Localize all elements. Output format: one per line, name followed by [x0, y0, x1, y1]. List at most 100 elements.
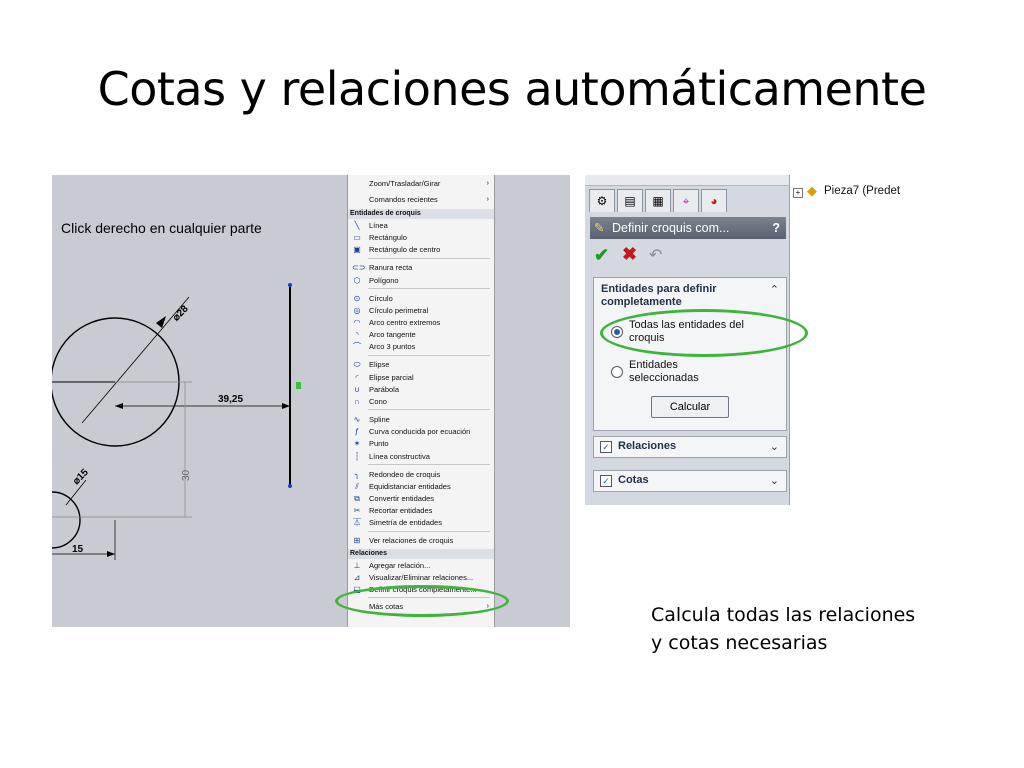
menu-item-label: Arco centro extremos	[369, 318, 441, 327]
menu-item-label: Spline	[369, 415, 390, 424]
center-arc-icon: ◠	[353, 318, 361, 327]
dimxpert-tab-icon[interactable]: ⌖	[673, 189, 699, 212]
context-menu: Zoom/Trasladar/Girar › Comandos recientes ›…	[347, 175, 495, 627]
menu-item[interactable]: Zoom/Trasladar/Girar ›	[348, 178, 494, 190]
collapse-chevron-icon[interactable]: ⌃	[770, 283, 779, 296]
ellipse-icon: ⬭	[353, 360, 361, 370]
radio-selected-entities[interactable]	[611, 366, 623, 378]
panel-header: ✎ Definir croquis com... ?	[590, 217, 786, 239]
menu-item[interactable]: ◜ Elipse parcial	[348, 372, 494, 384]
menu-item[interactable]: ⧉ Convertir entidades	[348, 493, 494, 505]
radio-all-entities[interactable]	[611, 326, 623, 338]
menu-item-label: Cono	[369, 397, 387, 406]
panel-title: Definir croquis com...	[612, 221, 730, 235]
property-manager-screenshot: ⚙ ▤ ▦ ⌖ ◕ ✎ Definir croquis com... ? ✔ ✖…	[585, 175, 911, 505]
menu-item-label: Círculo perimetral	[369, 305, 429, 315]
cancel-button[interactable]: ✖	[622, 244, 637, 265]
menu-item-label: Ver relaciones de croquis	[369, 536, 454, 546]
arrow-39-left	[115, 403, 123, 409]
radio-selected-entities-label: Entidades seleccionadas	[629, 359, 699, 384]
menu-separator	[368, 596, 490, 598]
menu-section-header: Entidades de croquis	[348, 209, 494, 219]
slot-icon: ⊂⊃	[352, 263, 366, 273]
caption-line-1: Calcula todas las relaciones	[651, 604, 916, 626]
dimensions-group[interactable]: ✓ Cotas ⌄	[593, 470, 787, 492]
menu-item-label: Rectángulo de centro	[369, 245, 441, 255]
feature-tree-tab-icon[interactable]: ⚙	[589, 189, 615, 212]
menu-item[interactable]: ┆ Línea constructiva	[348, 451, 494, 463]
menu-item[interactable]: ▣ Rectángulo de centro	[348, 244, 494, 256]
menu-item[interactable]: ⬡ Polígono	[348, 275, 494, 287]
menu-item[interactable]: ⊿ Visualizar/Eliminar relaciones...	[348, 572, 494, 584]
menu-item[interactable]: ∩ Cono	[348, 396, 494, 408]
menu-item[interactable]: ⌒ Arco 3 puntos	[348, 341, 494, 353]
display-manager-tab-icon[interactable]: ◕	[701, 189, 727, 212]
equation-curve-icon: ƒ	[354, 427, 360, 437]
submenu-arrow-icon: ›	[486, 180, 489, 187]
property-manager: ⚙ ▤ ▦ ⌖ ◕ ✎ Definir croquis com... ? ✔ ✖…	[585, 175, 790, 505]
configuration-tab-icon[interactable]: ▦	[645, 189, 671, 212]
menu-item[interactable]: ✂ Recortar entidades	[348, 505, 494, 517]
expand-relations-chevron-icon[interactable]: ⌄	[770, 440, 779, 453]
expand-plus-icon[interactable]: +	[793, 188, 803, 198]
menu-item[interactable]: ∿ Spline	[348, 414, 494, 426]
expand-dimensions-chevron-icon[interactable]: ⌄	[770, 474, 779, 487]
menu-item[interactable]: ▭ Rectángulo	[348, 232, 494, 244]
rectangle-icon: ▭	[353, 233, 361, 243]
menu-item[interactable]: Comandos recientes ›	[348, 194, 494, 206]
menu-item[interactable]: ◝ Arco tangente	[348, 329, 494, 341]
menu-item[interactable]: ◎ Círculo perimetral	[348, 305, 494, 317]
menu-item[interactable]: ⊙ Círculo	[348, 293, 494, 305]
menu-item[interactable]: ╮ Redondeo de croquis	[348, 469, 494, 481]
menu-item[interactable]: ⊂⊃ Ranura recta	[348, 262, 494, 274]
menu-separator	[368, 354, 490, 356]
three-point-arc-icon: ⌒	[353, 342, 361, 352]
undo-button[interactable]: ↶	[649, 245, 662, 265]
view-relations-icon: ⊞	[353, 536, 361, 546]
help-button[interactable]: ?	[772, 217, 780, 239]
calculate-button[interactable]: Calcular	[651, 396, 729, 418]
menu-item[interactable]: ╲ Línea	[348, 220, 494, 232]
menu-item-label: Línea constructiva	[369, 451, 430, 461]
dimensions-checkbox[interactable]: ✓	[600, 475, 612, 487]
dim-39: 39,25	[218, 394, 243, 405]
ok-button[interactable]: ✔	[594, 245, 609, 266]
menu-section-header: Relaciones	[348, 548, 494, 559]
menu-item-label: Comandos recientes	[369, 195, 438, 204]
dim-15-diameter: ⌀15	[71, 467, 91, 487]
conic-icon: ∩	[354, 397, 360, 406]
fully-define-sketch-icon: ⬓	[353, 584, 361, 594]
relations-checkbox[interactable]: ✓	[600, 441, 612, 453]
top-bar	[585, 175, 789, 186]
menu-item[interactable]: ⊞ Ver relaciones de croquis	[348, 535, 494, 547]
menu-separator	[368, 257, 490, 259]
menu-item[interactable]: ◠ Arco centro extremos	[348, 317, 494, 329]
arrow-39-right	[282, 403, 290, 409]
menu-item[interactable]: ƒ Curva conducida por ecuación	[348, 426, 494, 438]
menu-item-label: Elipse	[369, 360, 390, 370]
menu-item[interactable]: ⊥ Agregar relación...	[348, 560, 494, 572]
menu-item-label: Simetría de entidades	[369, 518, 442, 528]
menu-item[interactable]: ⬓ Definir croquis completamente...	[348, 584, 494, 596]
menu-item[interactable]: ⫽ Equidistanciar entidades	[348, 481, 494, 493]
entities-group-title[interactable]: Entidades para definir completamente	[601, 283, 751, 309]
menu-item-label: Arco tangente	[369, 330, 416, 340]
caption-line-2: y cotas necesarias	[651, 632, 828, 654]
menu-item-label: Convertir entidades	[369, 494, 435, 503]
menu-item-label: Arco 3 puntos	[369, 342, 416, 352]
center-rectangle-icon: ▣	[353, 245, 361, 255]
dim-30: 30	[181, 469, 192, 481]
trim-icon: ✂	[353, 506, 361, 516]
menu-item[interactable]: ⬭ Elipse	[348, 359, 494, 371]
perimeter-circle-icon: ◎	[353, 305, 361, 315]
part-name: Pieza7 (Predet	[824, 185, 901, 197]
menu-item-label: Zoom/Trasladar/Girar	[369, 179, 441, 188]
menu-item[interactable]: ✶ Punto	[348, 438, 494, 450]
property-manager-tab-icon[interactable]: ▤	[617, 189, 643, 212]
menu-item[interactable]: ∪ Parábola	[348, 384, 494, 396]
menu-separator	[368, 287, 490, 289]
relations-group[interactable]: ✓ Relaciones ⌄	[593, 436, 787, 458]
menu-item[interactable]: ⏄ Simetría de entidades	[348, 517, 494, 529]
menu-item[interactable]: Más cotas ›	[348, 601, 494, 613]
menu-item-label: Agregar relación...	[369, 560, 431, 570]
